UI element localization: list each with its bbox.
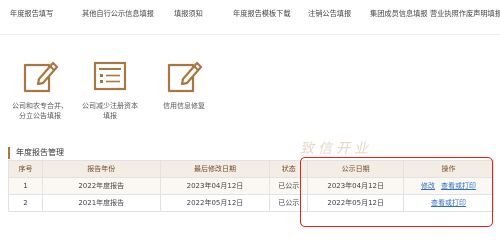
section-title: 年度报告管理	[8, 147, 64, 159]
col-header-year: 报告年份	[41, 160, 161, 178]
cell-modified: 2023年04月12日	[159, 177, 271, 195]
top-navigation: 年度报告填写 其他自行公示信息填报 填报须知 年度报告模板下载 注销公告填报 集…	[0, 0, 500, 30]
cell-modified: 2022年05月12日	[159, 194, 271, 212]
table-header-row: 序号 报告年份 最后修改日期 状态 公示日期 操作	[8, 160, 494, 178]
view-print-link[interactable]: 查看或打印	[441, 182, 476, 190]
nav-cancellation-notice[interactable]: 注销公告填报	[308, 9, 351, 19]
nav-divider	[0, 34, 500, 35]
table-row: 1 2022年度报告 2023年04月12日 已公示 2023年04月12日 修…	[8, 177, 494, 195]
cell-publish-date: 2023年04月12日	[307, 177, 405, 195]
cell-index: 1	[8, 177, 43, 195]
col-header-modified: 最后修改日期	[159, 160, 271, 178]
nav-template-download[interactable]: 年度报告模板下载	[233, 9, 291, 19]
annual-report-table: 序号 报告年份 最后修改日期 状态 公示日期 操作 1 2022年度报告 202…	[8, 160, 494, 212]
watermark: 致信开业	[300, 141, 372, 157]
list-document-icon	[89, 55, 131, 97]
cell-status: 已公示	[269, 177, 309, 195]
cell-actions: 修改 查看或打印	[403, 177, 494, 195]
edit-icon	[19, 55, 61, 97]
cell-publish-date: 2022年05月12日	[307, 194, 405, 212]
col-header-status: 状态	[269, 160, 309, 178]
nav-other-disclosure[interactable]: 其他自行公示信息填报	[82, 9, 154, 19]
nav-license-void-statement[interactable]: 营业执照作废声明填报	[430, 9, 500, 19]
nav-filing-notes[interactable]: 填报须知	[174, 9, 203, 19]
cell-year: 2022年度报告	[41, 177, 161, 195]
col-header-actions: 操作	[403, 160, 494, 178]
card-capital-reduction[interactable]: 公司减少注册资本填报	[80, 55, 140, 121]
card-credit-repair-label: 信用信息修复	[163, 102, 205, 110]
nav-annual-report-fill[interactable]: 年度报告填写	[10, 9, 53, 19]
cell-status: 已公示	[269, 194, 309, 212]
table-row: 2 2021年度报告 2022年05月12日 已公示 2022年05月12日 查…	[8, 194, 494, 212]
card-merger-division[interactable]: 公司和农专合并、分立公告填报	[10, 55, 70, 121]
edit-icon	[163, 55, 205, 97]
col-header-index: 序号	[8, 160, 43, 178]
col-header-publish-date: 公示日期	[307, 160, 405, 178]
card-merger-division-label: 公司和农专合并、分立公告填报	[12, 102, 68, 120]
cell-year: 2021年度报告	[41, 194, 161, 212]
cell-index: 2	[8, 194, 43, 212]
edit-link[interactable]: 修改	[421, 182, 435, 190]
card-capital-reduction-label: 公司减少注册资本填报	[82, 102, 138, 120]
view-print-link[interactable]: 查看或打印	[431, 199, 466, 207]
nav-group-member-info[interactable]: 集团成员信息填报	[370, 9, 428, 19]
card-credit-repair[interactable]: 信用信息修复	[154, 55, 214, 111]
cell-actions: 查看或打印	[403, 194, 494, 212]
